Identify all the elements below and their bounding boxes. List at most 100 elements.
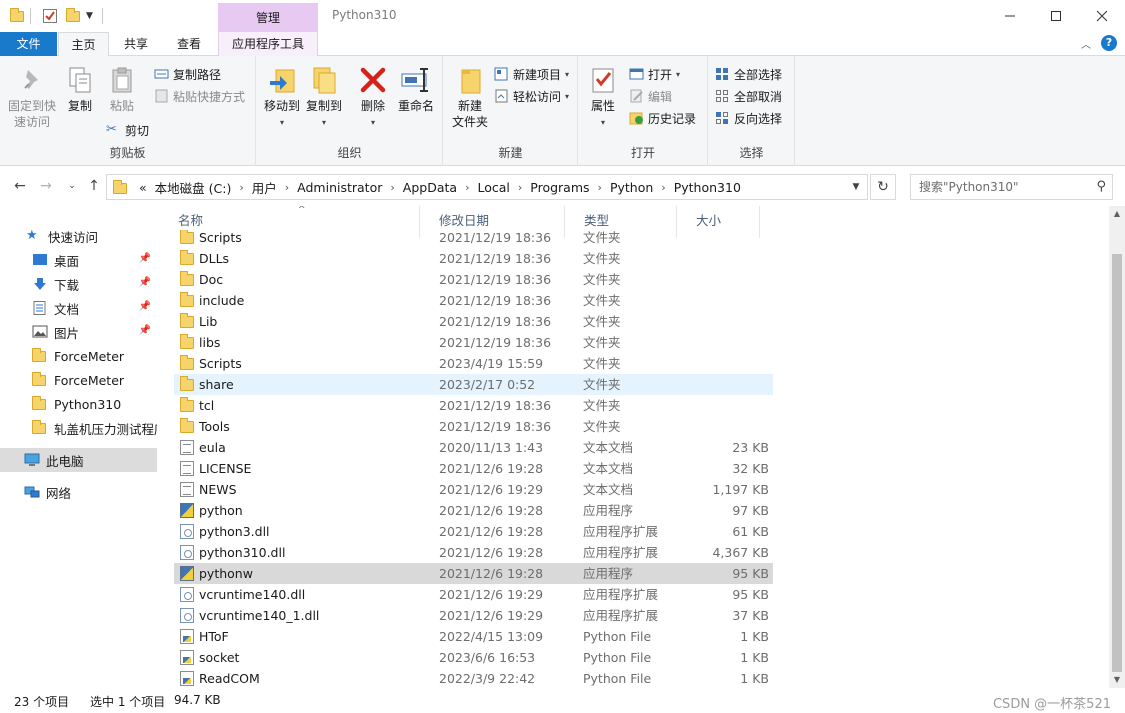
- tab-share[interactable]: 共享: [110, 32, 162, 56]
- column-header-type[interactable]: 类型: [566, 206, 677, 230]
- file-row[interactable]: python 2021/12/6 19:28 应用程序 97 KB: [174, 500, 773, 521]
- copy-button[interactable]: 复制: [58, 60, 102, 114]
- file-row[interactable]: Scripts 2023/4/19 15:59 文件夹: [174, 353, 773, 374]
- title-bar: ▼ 管理 Python310: [0, 0, 1125, 33]
- tab-home[interactable]: 主页: [58, 32, 109, 57]
- nav-python310[interactable]: Python310: [0, 392, 157, 416]
- file-row[interactable]: socket 2023/6/6 16:53 Python File 1 KB: [174, 647, 773, 668]
- nav-forcemeter-2[interactable]: ForceMeter: [0, 368, 157, 392]
- file-row[interactable]: NEWS 2021/12/6 19:29 文本文档 1,197 KB: [174, 479, 773, 500]
- history-button[interactable]: 历史记录: [629, 108, 696, 128]
- file-row[interactable]: tcl 2021/12/19 18:36 文件夹: [174, 395, 773, 416]
- nav-pictures[interactable]: 图片 📌: [0, 320, 157, 344]
- breadcrumb-administrator[interactable]: Administrator ›: [293, 175, 399, 199]
- delete-button[interactable]: 删除 ▾: [349, 60, 397, 128]
- select-none-button[interactable]: 全部取消: [715, 86, 782, 106]
- file-row-selected[interactable]: pythonw 2021/12/6 19:28 应用程序 95 KB: [174, 563, 773, 584]
- pin-quick-access-button[interactable]: 固定到快 速访问: [6, 60, 58, 130]
- file-row[interactable]: eula 2020/11/13 1:43 文本文档 23 KB: [174, 437, 773, 458]
- pin-icon[interactable]: 📌: [139, 253, 151, 264]
- new-item-button[interactable]: 新建项目 ▾: [494, 64, 569, 84]
- help-icon[interactable]: ?: [1101, 35, 1117, 51]
- properties-quick-icon[interactable]: [42, 6, 58, 26]
- file-row[interactable]: ReadCOM 2022/3/9 22:42 Python File 1 KB: [174, 668, 773, 688]
- address-bar[interactable]: « 本地磁盘 (C:) › 用户 › Administrator › AppData ›…: [106, 174, 868, 200]
- nav-downloads[interactable]: 下载 📌: [0, 272, 157, 296]
- nav-network[interactable]: 网络: [0, 480, 157, 504]
- back-arrow-icon[interactable]: ←: [10, 176, 30, 196]
- move-to-button[interactable]: 移动到 ▾: [259, 60, 305, 128]
- paste-button[interactable]: 粘贴: [98, 60, 146, 114]
- search-input[interactable]: 搜索"Python310" ⚲: [910, 174, 1113, 200]
- properties-button[interactable]: 属性 ▾: [581, 60, 625, 128]
- breadcrumb-drive[interactable]: 本地磁盘 (C:) ›: [151, 175, 248, 199]
- tab-app-tools[interactable]: 应用程序工具: [218, 32, 318, 56]
- collapse-ribbon-chevron-up-icon[interactable]: ︿: [1081, 36, 1091, 51]
- nav-documents[interactable]: 文档 📌: [0, 296, 157, 320]
- open-button[interactable]: 打开 ▾: [629, 64, 680, 84]
- easy-access-button[interactable]: 轻松访问 ▾: [494, 86, 569, 106]
- copy-path-button[interactable]: 复制路径: [154, 64, 221, 84]
- select-all-icon: [715, 67, 730, 81]
- clipboard-group-label: 剪贴板: [109, 146, 146, 160]
- recent-locations-chevron-down-icon[interactable]: ⌄: [62, 176, 82, 196]
- breadcrumb-users[interactable]: 用户 ›: [248, 175, 293, 199]
- maximize-button[interactable]: [1033, 0, 1079, 32]
- address-history-chevron-down-icon[interactable]: ▼: [845, 175, 867, 199]
- file-row[interactable]: Lib 2021/12/19 18:36 文件夹: [174, 311, 773, 332]
- copy-to-button[interactable]: 复制到 ▾: [301, 60, 347, 128]
- nav-this-pc[interactable]: 此电脑: [0, 448, 157, 472]
- nav-chinese-folder[interactable]: 轧盖机压力测试程序: [0, 416, 157, 440]
- refresh-icon[interactable]: ↻: [870, 174, 896, 200]
- pin-icon[interactable]: 📌: [139, 301, 151, 312]
- file-row[interactable]: Scripts 2021/12/19 18:36 文件夹: [174, 227, 773, 248]
- pin-icon[interactable]: 📌: [139, 277, 151, 288]
- file-row[interactable]: python310.dll 2021/12/6 19:28 应用程序扩展 4,367 …: [174, 542, 773, 563]
- nav-forcemeter-1[interactable]: ForceMeter: [0, 344, 157, 368]
- minimize-button[interactable]: [987, 0, 1033, 32]
- file-row[interactable]: vcruntime140.dll 2021/12/6 19:29 应用程序扩展 95 …: [174, 584, 773, 605]
- breadcrumb-python[interactable]: Python ›: [606, 175, 670, 199]
- column-header-size[interactable]: 大小: [678, 206, 760, 230]
- up-arrow-icon[interactable]: ↑: [84, 176, 104, 196]
- scrollbar-thumb[interactable]: [1112, 254, 1122, 672]
- file-row[interactable]: include 2021/12/19 18:36 文件夹: [174, 290, 773, 311]
- cut-button[interactable]: ✂ 剪切: [106, 120, 149, 140]
- breadcrumb-appdata[interactable]: AppData ›: [399, 175, 474, 199]
- new-group: 新建 文件夹 新建项目 ▾ 轻松访问 ▾ 新建: [444, 56, 578, 166]
- breadcrumb-python310[interactable]: Python310: [670, 175, 745, 199]
- rename-button[interactable]: 重命名: [391, 60, 441, 114]
- vertical-scrollbar[interactable]: ▲ ▼: [1109, 206, 1125, 688]
- file-row[interactable]: libs 2021/12/19 18:36 文件夹: [174, 332, 773, 353]
- column-header-date[interactable]: 修改日期: [421, 206, 565, 230]
- file-row-hovered[interactable]: share 2023/2/17 0:52 文件夹: [174, 374, 773, 395]
- column-header-name[interactable]: 名称 ^: [160, 206, 420, 230]
- pin-icon[interactable]: 📌: [139, 325, 151, 336]
- edit-button[interactable]: 编辑: [629, 86, 672, 106]
- nav-desktop[interactable]: 桌面 📌: [0, 248, 157, 272]
- file-row[interactable]: python3.dll 2021/12/6 19:28 应用程序扩展 61 KB: [174, 521, 773, 542]
- close-button[interactable]: [1079, 0, 1125, 32]
- tab-view[interactable]: 查看: [163, 32, 215, 56]
- breadcrumb-local[interactable]: Local ›: [473, 175, 526, 199]
- tab-file[interactable]: 文件: [0, 32, 57, 56]
- customize-qa-chevron-down-icon[interactable]: ▼: [86, 6, 93, 26]
- paste-shortcut-button[interactable]: 粘贴快捷方式: [154, 86, 245, 106]
- file-row[interactable]: vcruntime140_1.dll 2021/12/6 19:29 应用程序扩展 3…: [174, 605, 773, 626]
- breadcrumb-overflow[interactable]: «: [135, 175, 151, 199]
- new-folder-button[interactable]: 新建 文件夹: [446, 60, 494, 130]
- breadcrumb-programs[interactable]: Programs ›: [526, 175, 606, 199]
- new-folder-quick-icon[interactable]: [66, 6, 80, 26]
- forward-arrow-icon[interactable]: →: [36, 176, 56, 196]
- file-row[interactable]: HToF 2022/4/15 13:09 Python File 1 KB: [174, 626, 773, 647]
- context-tab-manage[interactable]: 管理: [218, 3, 318, 33]
- file-row[interactable]: Doc 2021/12/19 18:36 文件夹: [174, 269, 773, 290]
- file-row[interactable]: Tools 2021/12/19 18:36 文件夹: [174, 416, 773, 437]
- file-row[interactable]: DLLs 2021/12/19 18:36 文件夹: [174, 248, 773, 269]
- scroll-down-arrow-icon[interactable]: ▼: [1109, 672, 1125, 688]
- invert-selection-button[interactable]: 反向选择: [715, 108, 782, 128]
- nav-quick-access[interactable]: ★ 快速访问: [0, 224, 157, 248]
- file-row[interactable]: LICENSE 2021/12/6 19:28 文本文档 32 KB: [174, 458, 773, 479]
- scroll-up-arrow-icon[interactable]: ▲: [1109, 206, 1125, 222]
- select-all-button[interactable]: 全部选择: [715, 64, 782, 84]
